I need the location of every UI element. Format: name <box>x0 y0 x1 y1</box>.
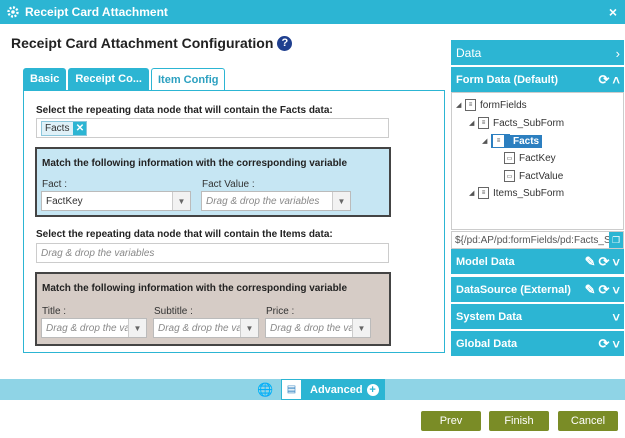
items-node-field[interactable]: Drag & drop the variables <box>36 243 389 263</box>
facts-node-field[interactable]: Facts ✕ <box>36 118 389 138</box>
refresh-icon[interactable]: ⟳ <box>599 282 610 298</box>
refresh-icon[interactable]: ⟳ <box>599 254 610 270</box>
bottom-bar: 🌐 ▤ Advanced + <box>0 379 625 400</box>
items-match-title: Match the following information with the… <box>42 283 348 294</box>
facts-match-box: Match the following information with the… <box>35 147 391 217</box>
chevron-down-icon[interactable]: ▼ <box>172 192 190 210</box>
subform-icon: ≡ <box>493 135 504 147</box>
plus-icon[interactable]: + <box>366 383 379 396</box>
collapse-arrow-icon[interactable]: ◢ <box>469 189 478 197</box>
subtitle-select[interactable]: Drag & drop the vari ▼ <box>153 318 259 338</box>
item-config-panel: Select the repeating data node that will… <box>23 90 445 353</box>
system-data-header[interactable]: System Data ˅ <box>451 304 624 330</box>
subform-icon: ≡ <box>478 117 489 129</box>
fact-select-value: FactKey <box>46 195 83 207</box>
prev-button[interactable]: Prev <box>421 411 481 431</box>
collapse-arrow-icon[interactable]: ◢ <box>456 101 465 109</box>
subtitle-placeholder: Drag & drop the vari <box>158 322 240 334</box>
advanced-toggle[interactable]: Advanced + <box>302 379 385 400</box>
title-label: Title : <box>42 306 67 317</box>
chevron-down-icon[interactable]: ▼ <box>332 192 350 210</box>
subform-icon: ≡ <box>478 187 489 199</box>
facts-match-title: Match the following information with the… <box>42 158 348 169</box>
page-title: Receipt Card Attachment Configuration ? <box>11 35 293 51</box>
field-icon: ▭ <box>504 152 515 164</box>
window-title: Receipt Card Attachment <box>25 5 168 19</box>
tab-basic[interactable]: Basic <box>23 68 67 90</box>
copy-icon[interactable]: ❐ <box>609 232 623 248</box>
tab-receipt-config[interactable]: Receipt Co... <box>68 68 149 90</box>
price-select[interactable]: Drag & drop the vari ▼ <box>265 318 371 338</box>
facts-node-label: Select the repeating data node that will… <box>36 105 333 116</box>
field-icon: ▭ <box>504 170 515 182</box>
globe-icon[interactable]: 🌐 <box>257 382 273 398</box>
facts-chip: Facts ✕ <box>41 120 88 136</box>
chevron-right-icon[interactable]: › <box>616 46 620 61</box>
fact-label: Fact : <box>42 179 68 190</box>
price-label: Price : <box>266 306 295 317</box>
refresh-icon[interactable]: ⟳ <box>599 72 610 88</box>
model-data-header[interactable]: Model Data ✎ ⟳ ˅ <box>451 249 624 275</box>
form-icon: ≡ <box>465 99 476 111</box>
data-header-label: Data <box>456 45 482 60</box>
fact-select[interactable]: FactKey ▼ <box>41 191 191 211</box>
pencil-icon[interactable]: ✎ <box>585 282 596 298</box>
chevron-down-icon[interactable]: ▼ <box>128 319 146 337</box>
items-match-box: Match the following information with the… <box>35 272 391 346</box>
tree-node[interactable]: ◢ ≡ formFields <box>456 99 527 111</box>
finish-button[interactable]: Finish <box>489 411 549 431</box>
chevron-down-icon[interactable]: ˅ <box>612 255 620 270</box>
data-panel: Data › Form Data (Default) ⟳ ˄ ◢ ≡ formF… <box>451 40 624 360</box>
tab-item-config[interactable]: Item Config <box>150 68 226 91</box>
chevron-down-icon[interactable]: ˅ <box>612 283 620 298</box>
form-data-header[interactable]: Form Data (Default) ⟳ ˄ <box>451 67 624 93</box>
title-placeholder: Drag & drop the vari <box>46 322 128 334</box>
remove-chip-icon[interactable]: ✕ <box>73 121 87 135</box>
gear-icon <box>6 5 20 19</box>
subtitle-label: Subtitle : <box>154 306 193 317</box>
title-select[interactable]: Drag & drop the vari ▼ <box>41 318 147 338</box>
form-data-tree: ◢ ≡ formFields ◢ ≡ Facts_SubForm ◢ ≡ Fac… <box>451 92 624 230</box>
cancel-button[interactable]: Cancel <box>558 411 618 431</box>
chevron-down-icon[interactable]: ▼ <box>240 319 258 337</box>
tree-node[interactable]: ▭ FactValue <box>504 170 563 182</box>
global-data-header[interactable]: Global Data ⟳ ˅ <box>451 331 624 357</box>
chevron-up-icon[interactable]: ˄ <box>612 73 620 88</box>
price-placeholder: Drag & drop the vari <box>270 322 352 334</box>
data-header[interactable]: Data › <box>451 40 624 66</box>
close-icon[interactable]: × <box>609 4 617 20</box>
tab-bar: Basic Receipt Co... Item Config <box>23 68 227 91</box>
document-icon[interactable]: ▤ <box>281 379 302 400</box>
fact-value-label: Fact Value : <box>202 179 255 190</box>
advanced-label: Advanced <box>310 383 363 396</box>
tree-node[interactable]: ◢ ≡ Facts_SubForm <box>469 117 564 129</box>
fact-value-select[interactable]: Drag & drop the variables ▼ <box>201 191 351 211</box>
fact-value-placeholder: Drag & drop the variables <box>206 195 320 207</box>
facts-chip-label: Facts <box>45 122 70 134</box>
tree-node-selected[interactable]: ◢ ≡ Facts <box>482 134 543 148</box>
xpath-field[interactable]: ${/pd:AP/pd:formFields/pd:Facts_SubForm/… <box>451 231 624 249</box>
tree-node[interactable]: ▭ FactKey <box>504 152 556 164</box>
xpath-value: ${/pd:AP/pd:formFields/pd:Facts_SubForm/… <box>455 234 624 246</box>
items-node-label: Select the repeating data node that will… <box>36 229 333 240</box>
form-data-label: Form Data (Default) <box>456 73 559 86</box>
page-title-text: Receipt Card Attachment Configuration <box>11 35 274 51</box>
window-titlebar: Receipt Card Attachment × <box>0 0 625 24</box>
collapse-arrow-icon[interactable]: ◢ <box>469 119 478 127</box>
tree-node[interactable]: ◢ ≡ Items_SubForm <box>469 187 564 199</box>
collapse-arrow-icon[interactable]: ◢ <box>482 137 491 145</box>
datasource-header[interactable]: DataSource (External) ✎ ⟳ ˅ <box>451 277 624 303</box>
pencil-icon[interactable]: ✎ <box>585 254 596 270</box>
chevron-down-icon[interactable]: ˅ <box>612 337 620 352</box>
help-icon[interactable]: ? <box>277 35 293 51</box>
chevron-down-icon[interactable]: ˅ <box>612 310 620 325</box>
refresh-icon[interactable]: ⟳ <box>599 336 610 352</box>
chevron-down-icon[interactable]: ▼ <box>352 319 370 337</box>
